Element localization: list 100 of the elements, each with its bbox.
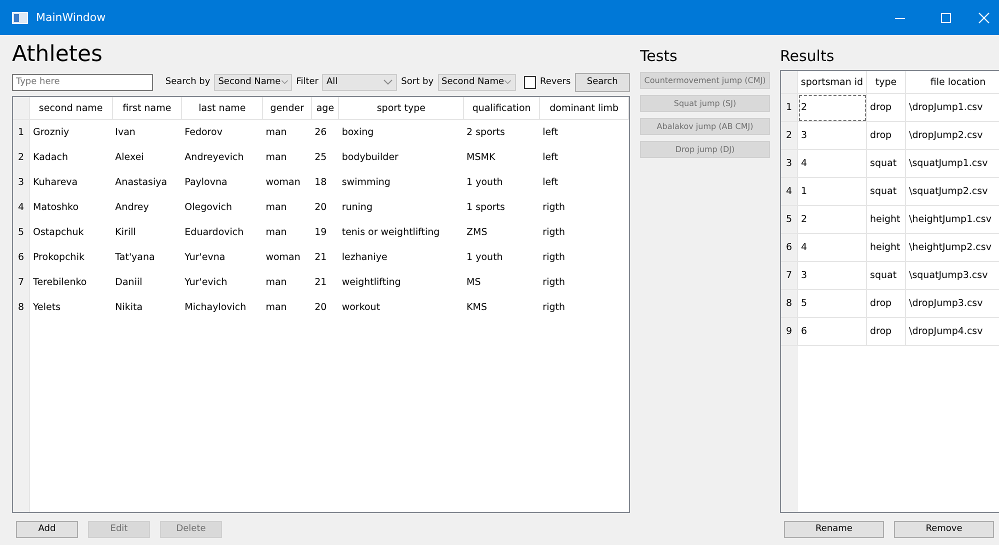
table-cell-text: ZMS — [466, 226, 488, 240]
chevron-icon — [504, 79, 512, 85]
row-number: 1 — [781, 94, 798, 122]
table-cell-text: 1 sports — [466, 201, 506, 215]
dropdown[interactable]: Second Name — [438, 74, 516, 90]
column-header[interactable]: sportsman id — [798, 71, 866, 94]
column-header[interactable]: dominant limb — [540, 97, 628, 120]
table-cell: \dropJump3.csv — [906, 290, 999, 318]
table-cell-text: man — [264, 276, 288, 290]
search-button[interactable]: Search — [574, 72, 630, 92]
dropdown[interactable]: Second Name — [214, 74, 292, 90]
table-cell: left — [540, 120, 628, 145]
column-header[interactable]: age — [312, 97, 339, 120]
table-cell: 26 — [312, 120, 339, 145]
table-cell: \heightJump2.csv — [906, 234, 999, 262]
table-cell: \squatJump1.csv — [906, 150, 999, 178]
table-cell: Yelets — [30, 295, 112, 320]
table-cell: \dropJump2.csv — [906, 122, 999, 150]
column-header[interactable]: last name — [182, 97, 263, 120]
table-cell-text: bodybuilder — [340, 151, 400, 165]
table-cell: 4 — [798, 150, 866, 178]
table-cell-text: Nikita — [114, 301, 144, 315]
section-heading: Athletes — [12, 41, 104, 69]
row-number: 6 — [13, 245, 30, 270]
table-cell-text: KMS — [466, 301, 488, 315]
row-number: 9 — [781, 318, 798, 346]
chevron-icon — [280, 79, 288, 85]
table-cell-text: Olegovich — [184, 201, 233, 215]
table-cell-text: tenis or weightlifting — [340, 226, 441, 240]
column-header[interactable]: first name — [112, 97, 182, 120]
table-cell-text: Andrey — [114, 201, 150, 215]
row-number: 4 — [13, 195, 30, 220]
table-cell-text: 1 youth — [466, 176, 504, 190]
table-cell-text: Yur'evna — [184, 251, 226, 265]
table-cell-text: Andreyevich — [184, 151, 245, 165]
table-cell-text: Michaylovich — [184, 301, 248, 315]
table-cell: \squatJump3.csv — [906, 262, 999, 290]
action-button[interactable]: Remove — [894, 520, 994, 538]
column-header[interactable]: qualification — [464, 97, 540, 120]
table-cell-text: 25 — [314, 151, 328, 165]
table-cell: Prokopchik — [30, 245, 112, 270]
table-cell: Kuhareva — [30, 170, 112, 195]
table-cell-text: 21 — [314, 276, 328, 290]
row-number: 8 — [13, 295, 30, 320]
row-number: 6 — [781, 234, 798, 262]
table-cell-text: 20 — [314, 301, 328, 315]
table-cell: Matoshko — [30, 195, 112, 220]
table-cell: boxing — [338, 120, 464, 145]
table-cell-text: rigth — [542, 251, 566, 265]
table-cell: 3 — [798, 122, 866, 150]
table-cell: \dropJump4.csv — [906, 318, 999, 346]
table-cell-text: woman — [264, 251, 302, 265]
column-header[interactable]: gender — [262, 97, 312, 120]
table-cell-text: rigth — [542, 201, 566, 215]
row-number: 4 — [781, 178, 798, 206]
field-label: Search by — [165, 77, 210, 87]
table-cell-text: Anastasiya — [114, 176, 168, 190]
field-label: Filter — [296, 77, 318, 87]
table-cell-text: 19 — [314, 226, 328, 240]
dropdown[interactable]: All — [322, 74, 398, 90]
table-cell-text: man — [264, 301, 288, 315]
table-cell-text: weightlifting — [340, 276, 402, 290]
table-cell: 5 — [798, 290, 866, 318]
section-heading: Tests — [640, 46, 678, 67]
table-cell-text: Tat'yana — [114, 251, 156, 265]
table-cell-text: swimming — [340, 176, 392, 190]
table-cell-text: 21 — [314, 251, 328, 265]
table-cell: Ostapchuk — [30, 220, 112, 245]
table-cell: Terebilenko — [30, 270, 112, 295]
table-cell-text: Paylovna — [184, 176, 228, 190]
row-number: 8 — [781, 290, 798, 318]
table-cell-text: rigth — [542, 276, 566, 290]
column-header[interactable]: second name — [30, 97, 112, 120]
table-cell: Kadach — [30, 145, 112, 170]
column-header[interactable]: type — [866, 71, 906, 94]
table-cell-text: left — [542, 151, 560, 165]
table-cell: 2 sports — [464, 120, 540, 145]
table-cell-text: rigth — [542, 226, 566, 240]
row-number: 5 — [13, 220, 30, 245]
section-heading: Results — [780, 46, 836, 67]
action-button[interactable]: Rename — [784, 520, 884, 538]
table-cell: \dropJump1.csv — [906, 94, 999, 122]
window-title: MainWindow — [36, 11, 106, 24]
table-cell-text: MSMK — [466, 151, 496, 165]
table-cell: height — [866, 206, 906, 234]
field-label: Sort by — [401, 77, 434, 87]
revers-checkbox[interactable] — [524, 76, 536, 88]
table-cell-text: workout — [340, 301, 382, 315]
column-header[interactable]: file location — [906, 71, 999, 94]
table-cell: height — [866, 234, 906, 262]
action-button[interactable]: Add — [16, 520, 78, 538]
table-cell: drop — [866, 122, 906, 150]
column-header[interactable]: sport type — [338, 97, 464, 120]
table-cell-text: man — [264, 151, 288, 165]
search-field[interactable]: Type here — [12, 74, 154, 90]
table-cell-text: runing — [340, 201, 374, 215]
table-cell: drop — [866, 290, 906, 318]
row-number: 7 — [13, 270, 30, 295]
table-cell: squat — [866, 178, 906, 206]
row-number: 2 — [781, 122, 798, 150]
